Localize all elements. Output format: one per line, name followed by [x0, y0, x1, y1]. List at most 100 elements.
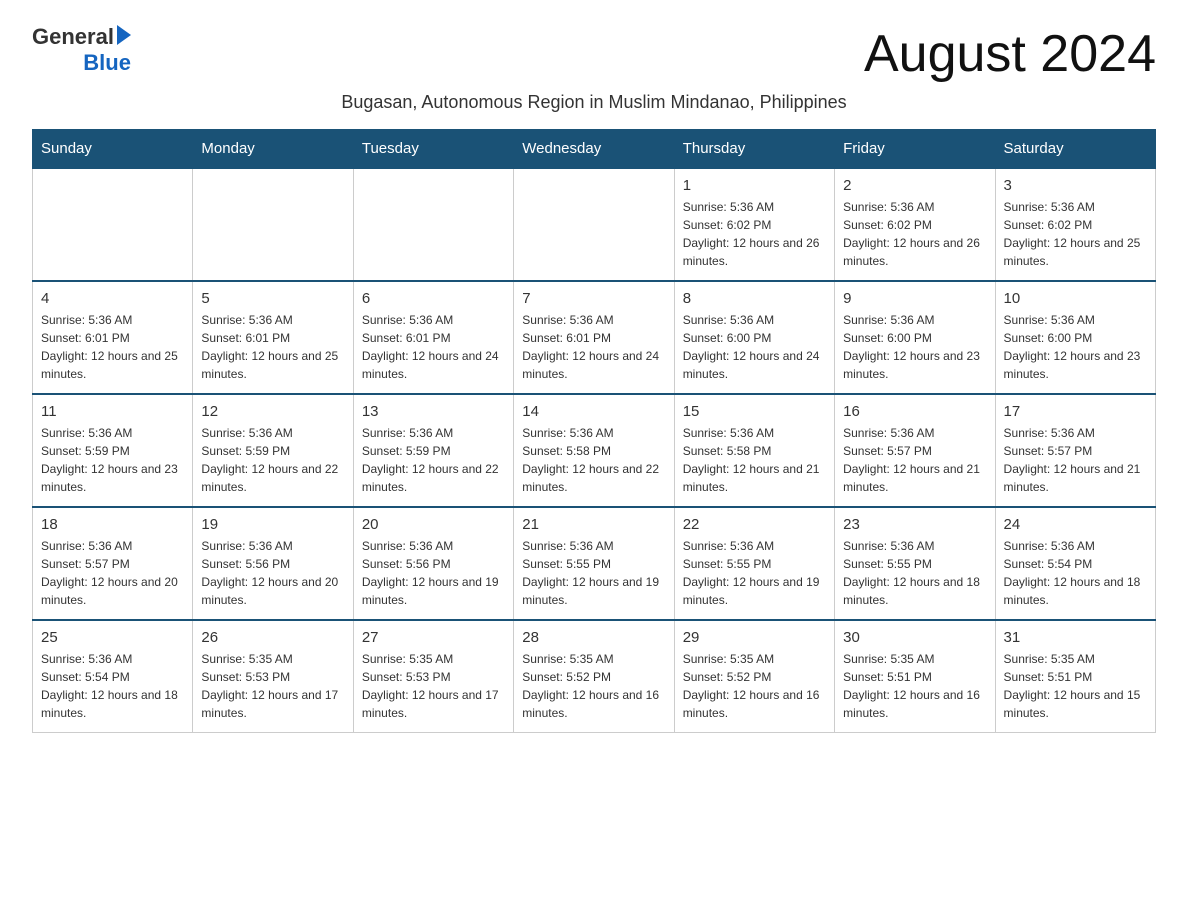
day-info: Sunrise: 5:36 AMSunset: 6:00 PMDaylight:…: [843, 311, 986, 383]
day-number: 3: [1004, 177, 1147, 194]
day-number: 30: [843, 629, 986, 646]
day-info: Sunrise: 5:36 AMSunset: 5:59 PMDaylight:…: [362, 424, 505, 496]
calendar-cell: 28 Sunrise: 5:35 AMSunset: 5:52 PMDayligh…: [514, 620, 674, 733]
day-number: 28: [522, 629, 665, 646]
week-row-2: 4 Sunrise: 5:36 AMSunset: 6:01 PMDaylight…: [33, 281, 1156, 394]
day-info: Sunrise: 5:36 AMSunset: 6:00 PMDaylight:…: [1004, 311, 1147, 383]
weekday-header-saturday: Saturday: [995, 130, 1155, 169]
day-info: Sunrise: 5:35 AMSunset: 5:51 PMDaylight:…: [843, 650, 986, 722]
day-info: Sunrise: 5:36 AMSunset: 5:58 PMDaylight:…: [522, 424, 665, 496]
calendar-cell: 31 Sunrise: 5:35 AMSunset: 5:51 PMDayligh…: [995, 620, 1155, 733]
header: General Blue August 2024: [32, 24, 1156, 84]
day-info: Sunrise: 5:36 AMSunset: 5:57 PMDaylight:…: [1004, 424, 1147, 496]
calendar-cell: 16Sunrise: 5:36 AMSunset: 5:57 PMDayligh…: [835, 394, 995, 507]
calendar-cell: 24 Sunrise: 5:36 AMSunset: 5:54 PMDayligh…: [995, 507, 1155, 620]
calendar-cell: 12Sunrise: 5:36 AMSunset: 5:59 PMDayligh…: [193, 394, 353, 507]
day-info: Sunrise: 5:36 AMSunset: 5:59 PMDaylight:…: [201, 424, 344, 496]
day-number: 24: [1004, 516, 1147, 533]
logo-general: General: [32, 24, 114, 50]
day-number: 22: [683, 516, 826, 533]
day-number: 25: [41, 629, 184, 646]
day-number: 29: [683, 629, 826, 646]
calendar-cell: 7Sunrise: 5:36 AMSunset: 6:01 PMDaylight…: [514, 281, 674, 394]
calendar-cell: [33, 168, 193, 281]
day-info: Sunrise: 5:36 AMSunset: 6:00 PMDaylight:…: [683, 311, 826, 383]
day-info: Sunrise: 5:35 AMSunset: 5:52 PMDaylight:…: [522, 650, 665, 722]
day-info: Sunrise: 5:36 AMSunset: 5:57 PMDaylight:…: [843, 424, 986, 496]
day-number: 9: [843, 290, 986, 307]
day-number: 18: [41, 516, 184, 533]
weekday-header-sunday: Sunday: [33, 130, 193, 169]
calendar-cell: 17 Sunrise: 5:36 AMSunset: 5:57 PMDayligh…: [995, 394, 1155, 507]
day-info: Sunrise: 5:35 AMSunset: 5:52 PMDaylight:…: [683, 650, 826, 722]
day-number: 31: [1004, 629, 1147, 646]
calendar-cell: 13 Sunrise: 5:36 AMSunset: 5:59 PMDayligh…: [353, 394, 513, 507]
day-number: 8: [683, 290, 826, 307]
day-info: Sunrise: 5:35 AMSunset: 5:53 PMDaylight:…: [362, 650, 505, 722]
calendar-cell: 21 Sunrise: 5:36 AMSunset: 5:55 PMDayligh…: [514, 507, 674, 620]
calendar-header-row: SundayMondayTuesdayWednesdayThursdayFrid…: [33, 130, 1156, 169]
day-info: Sunrise: 5:36 AMSunset: 6:01 PMDaylight:…: [41, 311, 184, 383]
calendar-cell: 6Sunrise: 5:36 AMSunset: 6:01 PMDaylight…: [353, 281, 513, 394]
calendar-cell: [514, 168, 674, 281]
day-info: Sunrise: 5:36 AMSunset: 6:02 PMDaylight:…: [843, 198, 986, 270]
calendar-cell: 10Sunrise: 5:36 AMSunset: 6:00 PMDayligh…: [995, 281, 1155, 394]
day-number: 11: [41, 403, 184, 420]
calendar-cell: 14 Sunrise: 5:36 AMSunset: 5:58 PMDayligh…: [514, 394, 674, 507]
week-row-5: 25Sunrise: 5:36 AMSunset: 5:54 PMDayligh…: [33, 620, 1156, 733]
calendar-cell: 5 Sunrise: 5:36 AMSunset: 6:01 PMDaylight…: [193, 281, 353, 394]
calendar-cell: 3 Sunrise: 5:36 AMSunset: 6:02 PMDaylight…: [995, 168, 1155, 281]
day-info: Sunrise: 5:36 AMSunset: 6:01 PMDaylight:…: [522, 311, 665, 383]
day-info: Sunrise: 5:35 AMSunset: 5:53 PMDaylight:…: [201, 650, 344, 722]
day-number: 27: [362, 629, 505, 646]
calendar: SundayMondayTuesdayWednesdayThursdayFrid…: [32, 129, 1156, 733]
day-info: Sunrise: 5:36 AMSunset: 5:54 PMDaylight:…: [1004, 537, 1147, 609]
day-number: 1: [683, 177, 826, 194]
day-number: 14: [522, 403, 665, 420]
calendar-cell: 20 Sunrise: 5:36 AMSunset: 5:56 PMDayligh…: [353, 507, 513, 620]
day-number: 6: [362, 290, 505, 307]
day-number: 23: [843, 516, 986, 533]
logo-arrow-icon: [117, 25, 131, 45]
day-info: Sunrise: 5:36 AMSunset: 5:56 PMDaylight:…: [362, 537, 505, 609]
logo: General Blue: [32, 24, 131, 76]
subtitle: Bugasan, Autonomous Region in Muslim Min…: [32, 92, 1156, 113]
day-info: Sunrise: 5:36 AMSunset: 6:01 PMDaylight:…: [201, 311, 344, 383]
day-info: Sunrise: 5:36 AMSunset: 6:02 PMDaylight:…: [1004, 198, 1147, 270]
calendar-cell: 25Sunrise: 5:36 AMSunset: 5:54 PMDayligh…: [33, 620, 193, 733]
calendar-cell: 19 Sunrise: 5:36 AMSunset: 5:56 PMDayligh…: [193, 507, 353, 620]
calendar-cell: 9 Sunrise: 5:36 AMSunset: 6:00 PMDaylight…: [835, 281, 995, 394]
calendar-cell: 27 Sunrise: 5:35 AMSunset: 5:53 PMDayligh…: [353, 620, 513, 733]
day-number: 20: [362, 516, 505, 533]
calendar-cell: 2Sunrise: 5:36 AMSunset: 6:02 PMDaylight…: [835, 168, 995, 281]
day-info: Sunrise: 5:36 AMSunset: 5:57 PMDaylight:…: [41, 537, 184, 609]
day-info: Sunrise: 5:36 AMSunset: 5:55 PMDaylight:…: [683, 537, 826, 609]
day-number: 13: [362, 403, 505, 420]
week-row-1: 1 Sunrise: 5:36 AMSunset: 6:02 PMDaylight…: [33, 168, 1156, 281]
day-number: 26: [201, 629, 344, 646]
calendar-cell: [193, 168, 353, 281]
calendar-cell: 15Sunrise: 5:36 AMSunset: 5:58 PMDayligh…: [674, 394, 834, 507]
calendar-cell: 11 Sunrise: 5:36 AMSunset: 5:59 PMDayligh…: [33, 394, 193, 507]
day-number: 5: [201, 290, 344, 307]
week-row-3: 11 Sunrise: 5:36 AMSunset: 5:59 PMDayligh…: [33, 394, 1156, 507]
day-number: 21: [522, 516, 665, 533]
weekday-header-friday: Friday: [835, 130, 995, 169]
calendar-cell: [353, 168, 513, 281]
calendar-cell: 26 Sunrise: 5:35 AMSunset: 5:53 PMDayligh…: [193, 620, 353, 733]
day-info: Sunrise: 5:36 AMSunset: 5:56 PMDaylight:…: [201, 537, 344, 609]
day-info: Sunrise: 5:36 AMSunset: 6:02 PMDaylight:…: [683, 198, 826, 270]
logo-blue: Blue: [83, 50, 131, 76]
day-info: Sunrise: 5:36 AMSunset: 5:59 PMDaylight:…: [41, 424, 184, 496]
calendar-cell: 22 Sunrise: 5:36 AMSunset: 5:55 PMDayligh…: [674, 507, 834, 620]
calendar-cell: 18 Sunrise: 5:36 AMSunset: 5:57 PMDayligh…: [33, 507, 193, 620]
calendar-cell: 8 Sunrise: 5:36 AMSunset: 6:00 PMDaylight…: [674, 281, 834, 394]
weekday-header-tuesday: Tuesday: [353, 130, 513, 169]
day-number: 17: [1004, 403, 1147, 420]
weekday-header-monday: Monday: [193, 130, 353, 169]
day-info: Sunrise: 5:35 AMSunset: 5:51 PMDaylight:…: [1004, 650, 1147, 722]
day-number: 4: [41, 290, 184, 307]
weekday-header-thursday: Thursday: [674, 130, 834, 169]
day-number: 19: [201, 516, 344, 533]
day-info: Sunrise: 5:36 AMSunset: 5:55 PMDaylight:…: [522, 537, 665, 609]
